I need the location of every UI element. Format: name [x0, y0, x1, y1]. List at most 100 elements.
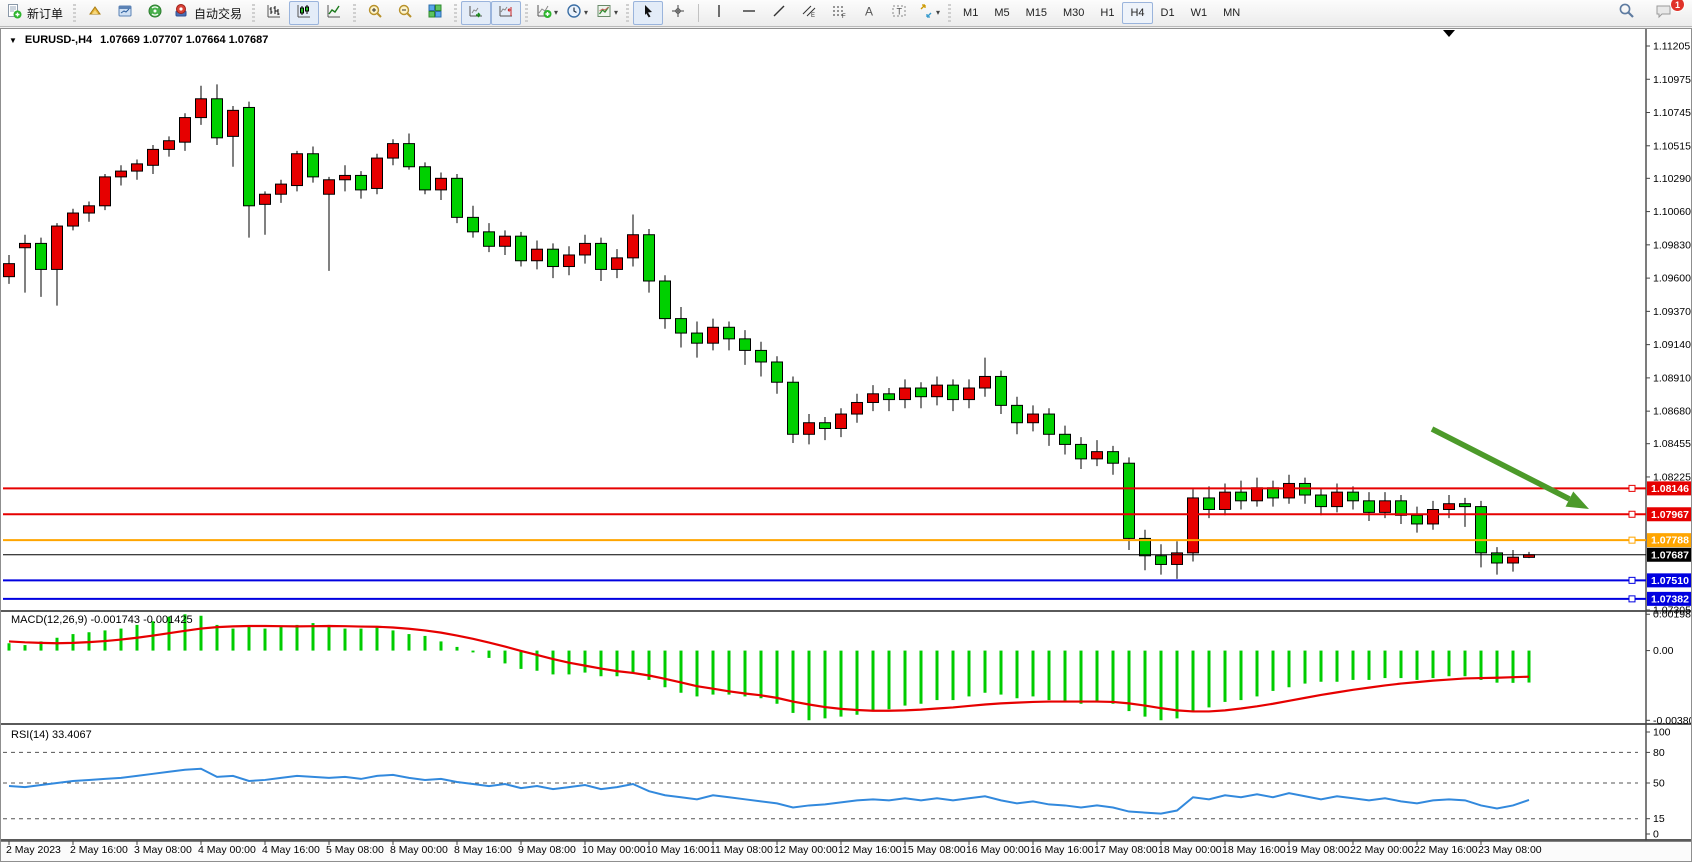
svg-text:15: 15 — [1653, 813, 1665, 825]
candle-89 — [1428, 509, 1439, 523]
svg-text:1.07967: 1.07967 — [1651, 509, 1689, 521]
candle-2 — [36, 243, 47, 269]
svg-text:1.09370: 1.09370 — [1653, 306, 1691, 318]
svg-text:1.09830: 1.09830 — [1653, 239, 1691, 251]
svg-text:18 May 00:00: 18 May 00:00 — [1158, 844, 1222, 856]
svg-text:19 May 08:00: 19 May 08:00 — [1286, 844, 1350, 856]
candle-41 — [660, 281, 671, 319]
arrows-button[interactable]: ▾ — [914, 1, 944, 25]
hline-handle-1.07382[interactable] — [1629, 596, 1635, 602]
candle-55 — [884, 394, 895, 400]
timeframe-H4[interactable]: H4 — [1122, 2, 1152, 24]
profiles-icon — [87, 3, 103, 24]
vertical-line-button[interactable] — [704, 1, 734, 25]
candle-52 — [836, 414, 847, 428]
svg-text:15 May 08:00: 15 May 08:00 — [902, 844, 966, 856]
cursor-button[interactable] — [633, 1, 663, 25]
candle-50 — [804, 423, 815, 435]
timeframe-M5[interactable]: M5 — [986, 2, 1017, 24]
candle-94 — [1508, 557, 1519, 563]
candle-8 — [132, 164, 143, 171]
timeframe-MN[interactable]: MN — [1215, 2, 1248, 24]
timeframe-M15[interactable]: M15 — [1018, 2, 1055, 24]
svg-text:T: T — [897, 6, 903, 16]
hline-handle-1.07967[interactable] — [1629, 511, 1635, 517]
candle-9 — [148, 149, 159, 165]
arrows-dropdown-caret: ▾ — [936, 9, 940, 17]
chart-title[interactable]: ▼ EURUSD-,H4 1.07669 1.07707 1.07664 1.0… — [9, 34, 268, 46]
candle-19 — [308, 154, 319, 177]
candle-63 — [1012, 405, 1023, 422]
candle-77 — [1236, 492, 1247, 501]
hline-handle-1.08146[interactable] — [1629, 485, 1635, 491]
line-chart-button[interactable] — [319, 1, 349, 25]
candle-58 — [932, 385, 943, 397]
autotrading-icon — [173, 3, 189, 24]
horizontal-line-icon — [741, 3, 757, 24]
chart-shift-button[interactable] — [491, 1, 521, 25]
bar-chart-button[interactable] — [259, 1, 289, 25]
timeframe-D1[interactable]: D1 — [1153, 2, 1183, 24]
signals-button[interactable] — [140, 1, 170, 25]
timeframe-H1[interactable]: H1 — [1092, 2, 1122, 24]
trendline-button[interactable] — [764, 1, 794, 25]
hline-handle-1.07788[interactable] — [1629, 537, 1635, 543]
candle-18 — [292, 154, 303, 186]
candle-59 — [948, 385, 959, 399]
timeframe-M1[interactable]: M1 — [955, 2, 986, 24]
horizontal-line-button[interactable] — [734, 1, 764, 25]
chart-canvas[interactable]: 1.112051.109751.107451.105151.102901.100… — [1, 29, 1691, 861]
tile-windows-icon — [427, 3, 443, 24]
candle-14 — [228, 110, 239, 136]
candle-45 — [724, 327, 735, 339]
equidistant-channel-button[interactable]: E — [794, 1, 824, 25]
crosshair-button[interactable] — [663, 1, 693, 25]
svg-text:1.07687: 1.07687 — [1651, 549, 1689, 561]
candle-57 — [916, 388, 927, 397]
auto-scroll-button[interactable] — [461, 1, 491, 25]
candle-10 — [164, 141, 175, 150]
equidistant-channel-icon: E — [801, 3, 817, 24]
indicators-icon — [536, 3, 552, 24]
zoom-out-button[interactable] — [390, 1, 420, 25]
candle-78 — [1252, 488, 1263, 501]
chart-title-ohlc: 1.07669 1.07707 1.07664 1.07687 — [100, 34, 268, 46]
autotrading-button[interactable]: 自动交易 — [170, 1, 248, 25]
market-watch-button[interactable] — [110, 1, 140, 25]
svg-text:10 May 16:00: 10 May 16:00 — [646, 844, 710, 856]
search-button[interactable] — [1611, 1, 1641, 25]
hline-handle-1.07510[interactable] — [1629, 577, 1635, 583]
notifications-button[interactable]: 1 — [1649, 1, 1679, 25]
profiles-button[interactable] — [80, 1, 110, 25]
timeframe-M30[interactable]: M30 — [1055, 2, 1092, 24]
search-icon — [1618, 2, 1635, 24]
fibonacci-button[interactable]: F — [824, 1, 854, 25]
timeframe-W1[interactable]: W1 — [1183, 2, 1216, 24]
toolbar-grip — [454, 4, 457, 22]
zoom-in-button[interactable] — [360, 1, 390, 25]
svg-text:2 May 16:00: 2 May 16:00 — [70, 844, 128, 856]
vertical-line-icon — [711, 3, 727, 24]
toolbar-separator — [698, 4, 699, 22]
periods-button[interactable]: ▾ — [562, 1, 592, 25]
macd-header: MACD(12,26,9) -0.001743 -0.001425 — [11, 614, 193, 626]
chart-title-symbol: EURUSD-,H4 — [25, 34, 92, 46]
tile-windows-button[interactable] — [420, 1, 450, 25]
candle-85 — [1364, 501, 1375, 513]
text-button[interactable]: A — [854, 1, 884, 25]
candle-39 — [628, 235, 639, 258]
collapse-triangle-icon[interactable]: ▼ — [9, 36, 17, 45]
candlestick-chart-button[interactable] — [289, 1, 319, 25]
candle-65 — [1044, 414, 1055, 434]
templates-button[interactable]: ▾ — [592, 1, 622, 25]
periods-icon — [566, 3, 582, 24]
candle-11 — [180, 118, 191, 143]
svg-text:8 May 00:00: 8 May 00:00 — [390, 844, 448, 856]
text-label-button[interactable]: T — [884, 1, 914, 25]
autotrading-label: 自动交易 — [191, 5, 245, 22]
svg-text:-0.003804: -0.003804 — [1653, 715, 1691, 727]
toolbar-grip — [525, 4, 528, 22]
new-order-button[interactable]: 新订单 — [3, 1, 69, 25]
indicators-button[interactable]: ▾ — [532, 1, 562, 25]
svg-text:1.10515: 1.10515 — [1653, 140, 1691, 152]
